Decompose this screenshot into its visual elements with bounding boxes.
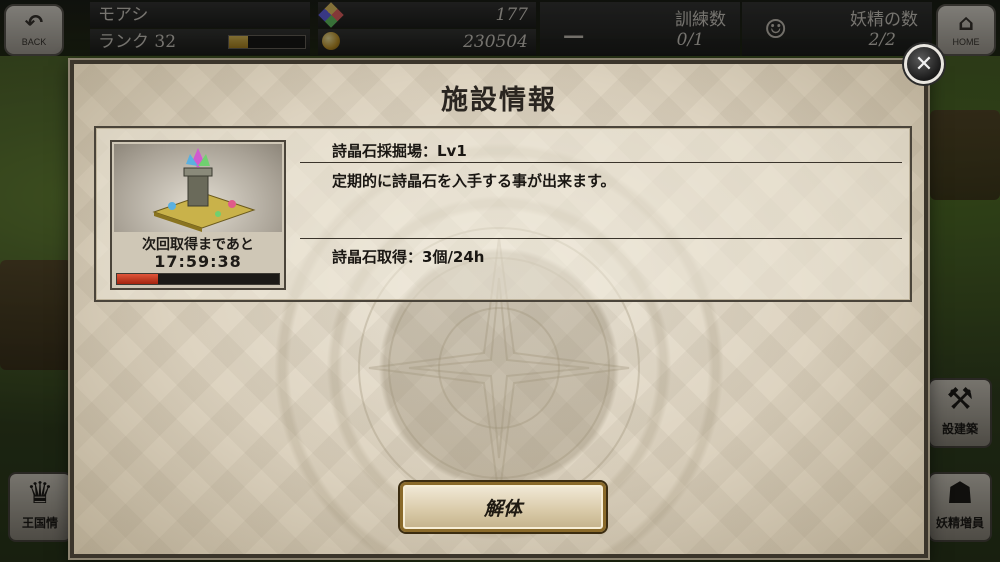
dialog-title: 施設情報 — [441, 85, 557, 116]
collect-progress-bar — [116, 273, 280, 285]
facility-name-level: 詩晶石採掘場：Lv1 — [332, 142, 467, 160]
close-icon[interactable]: ✕ — [904, 44, 944, 84]
facility-description: 定期的に詩晶石を入手する事が出来ます。 — [332, 172, 616, 190]
facility-thumbnail-box: 次回取得まであと 17:59:38 — [110, 140, 286, 290]
facility-info-dialog: 施設情報 次回取得まであと 17:59:38 詩晶石採掘場：Lv1 定期的に詩晶… — [70, 60, 928, 558]
facility-info-panel: 次回取得まであと 17:59:38 詩晶石採掘場：Lv1 定期的に詩晶石を入手す… — [94, 126, 912, 302]
crystal-mine-image — [114, 144, 282, 232]
divider — [300, 162, 902, 163]
collect-progress-fill — [117, 274, 158, 284]
next-collect-label: 次回取得まであと — [142, 237, 254, 253]
divider — [300, 238, 902, 239]
dismantle-button[interactable]: 解体 — [400, 482, 606, 532]
facility-yield: 詩晶石取得：3個/24h — [332, 248, 485, 266]
collect-timer: 17:59:38 — [154, 252, 242, 271]
